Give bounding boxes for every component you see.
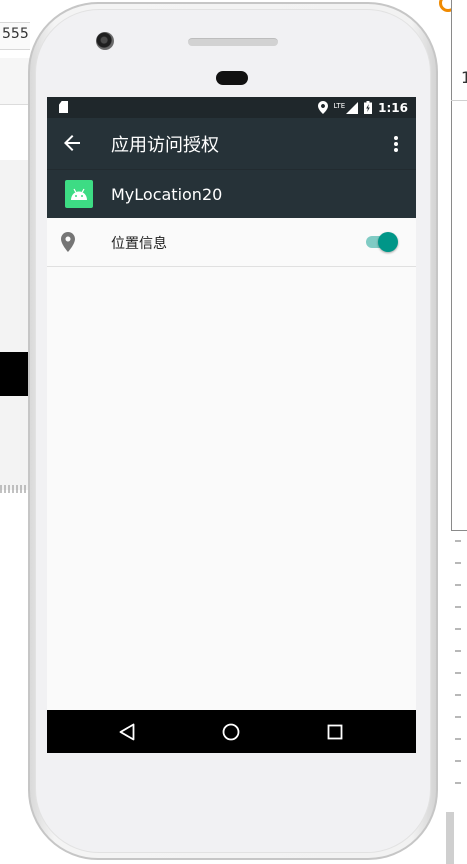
- location-permission-toggle[interactable]: [366, 232, 398, 252]
- status-bar: LTE 1:16: [47, 97, 416, 118]
- background-window-right: 1: [437, 0, 467, 864]
- background-black-bar: [0, 352, 30, 396]
- arrow-back-icon: [64, 135, 80, 151]
- sd-card-icon: [59, 101, 68, 113]
- background-right-text: 1: [461, 68, 467, 87]
- permission-row-location[interactable]: 位置信息: [47, 218, 416, 267]
- background-address-text: 555: [2, 26, 29, 42]
- background-marks: [455, 540, 461, 800]
- recents-square-icon: [327, 724, 343, 740]
- navigation-bar: [47, 710, 416, 753]
- signal-group: LTE: [333, 101, 359, 114]
- background-window-left: 555: [0, 0, 30, 864]
- nav-home-button[interactable]: [220, 721, 242, 743]
- signal-icon: [346, 101, 359, 114]
- background-scrollbar[interactable]: [446, 812, 454, 864]
- home-circle-icon: [222, 723, 240, 741]
- background-panel: [0, 160, 30, 490]
- nav-back-button[interactable]: [116, 721, 138, 743]
- back-button[interactable]: [59, 130, 85, 156]
- background-dashes: [0, 485, 28, 493]
- app-icon: [65, 180, 93, 208]
- location-pin-icon: [61, 232, 75, 252]
- more-vert-icon: [394, 136, 398, 152]
- background-toolbar: [0, 58, 30, 105]
- toggle-thumb: [378, 232, 398, 252]
- background-separator: [451, 100, 467, 101]
- device-screen: LTE 1:16 应用访问授权 MyLocation20 位置信息: [47, 97, 416, 753]
- page-title: 应用访问授权: [111, 135, 219, 156]
- network-type-label: LTE: [333, 101, 346, 110]
- status-time: 1:16: [378, 100, 408, 115]
- earpiece-speaker: [188, 38, 278, 46]
- app-name: MyLocation20: [111, 185, 223, 204]
- app-bar: 应用访问授权: [47, 118, 416, 169]
- status-bar-right: LTE 1:16: [317, 97, 408, 118]
- android-robot-icon: [71, 188, 87, 200]
- battery-icon: [364, 101, 373, 114]
- desktop-stage: 555 1 LTE 1:16 应用访问授权 MyLocation20 位置信息: [0, 0, 467, 864]
- front-camera-icon: [96, 32, 114, 50]
- back-triangle-icon: [119, 723, 135, 741]
- proximity-sensor: [216, 71, 248, 85]
- more-options-button[interactable]: [386, 131, 406, 157]
- permission-label: 位置信息: [111, 236, 167, 252]
- nav-recents-button[interactable]: [324, 721, 346, 743]
- app-info-header: MyLocation20: [47, 169, 416, 219]
- location-status-icon: [317, 101, 328, 114]
